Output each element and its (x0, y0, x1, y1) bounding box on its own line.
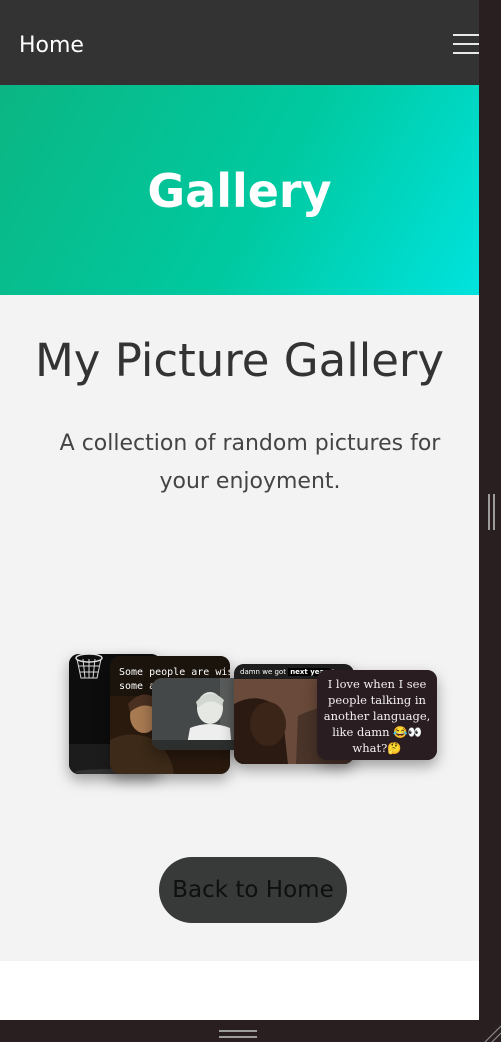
hero-title: Gallery (147, 164, 332, 218)
grip-line (493, 494, 495, 530)
browser-viewport: Home Gallery My Picture Gallery A collec… (0, 0, 479, 1020)
grip-line (488, 494, 490, 530)
grip-line (219, 1030, 257, 1032)
navbar: Home (0, 0, 479, 85)
hamburger-bar (453, 34, 479, 36)
hamburger-bar (453, 43, 479, 45)
back-to-home-button[interactable]: Back to Home (159, 857, 347, 923)
resize-handle-vertical[interactable] (488, 494, 496, 530)
resize-corner-icon[interactable] (481, 1022, 501, 1042)
nav-home-link[interactable]: Home (19, 28, 84, 64)
hero-banner: Gallery (0, 85, 479, 295)
main-content: My Picture Gallery A collection of rando… (0, 295, 479, 961)
caption-prefix: damn we got (240, 668, 286, 676)
hamburger-menu-icon[interactable] (453, 34, 479, 54)
hamburger-bar (453, 52, 479, 54)
resize-handle-horizontal[interactable] (219, 1030, 257, 1040)
page-footer-area (0, 961, 479, 1020)
image-caption: I love when I see people talking in anot… (323, 677, 431, 755)
gallery-card-language[interactable]: I love when I see people talking in anot… (317, 670, 437, 760)
grip-line (219, 1036, 257, 1038)
